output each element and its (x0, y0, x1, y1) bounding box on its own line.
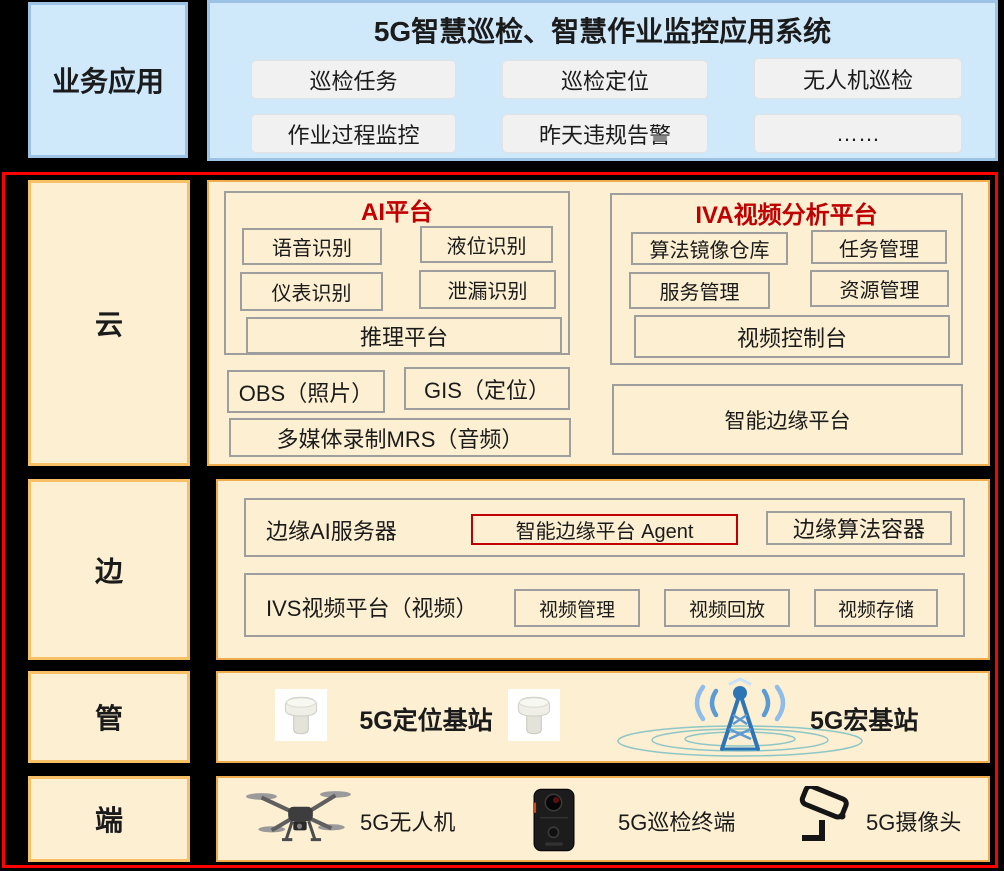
cctv-camera-icon (793, 786, 855, 851)
cloud-panel: AI平台 语音识别 液位识别 仪表识别 泄漏识别 推理平台 IVA视频分析平台 … (207, 180, 990, 466)
iva-item-video-console: 视频控制台 (634, 315, 950, 358)
iva-item-task-management: 任务管理 (811, 230, 947, 264)
cloud-layer-label: 云 (28, 180, 190, 466)
architecture-diagram: 业务应用 5G智慧巡检、智慧作业监控应用系统 巡检任务 巡检定位 无人机巡检 作… (0, 0, 1004, 871)
intelligent-edge-platform-box: 智能边缘平台 (612, 384, 963, 455)
ivs-item-video-storage: 视频存储 (814, 589, 938, 627)
macro-base-station-label: 5G宏基站 (810, 673, 918, 765)
app-button-violation-alarm: 昨天违规告警 (502, 114, 708, 153)
gis-box: GIS（定位） (404, 367, 570, 410)
intelligent-edge-agent-box: 智能边缘平台 Agent (471, 514, 738, 545)
pipe-layer-label-text: 管 (95, 697, 123, 737)
edge-panel: 边缘AI服务器 智能边缘平台 Agent 边缘算法容器 IVS视频平台（视频） … (216, 479, 990, 660)
ivs-video-platform-box: IVS视频平台（视频） 视频管理 视频回放 视频存储 (244, 573, 965, 637)
mrs-box: 多媒体录制MRS（音频） (229, 418, 571, 457)
ai-item-liquid-level-recognition: 液位识别 (420, 226, 553, 263)
ai-item-speech-recognition: 语音识别 (242, 228, 382, 265)
iva-platform-title: IVA视频分析平台 (612, 195, 961, 229)
app-button-drone-inspection: 无人机巡检 (754, 58, 962, 99)
device-layer-label: 端 (28, 776, 190, 862)
edge-layer-label: 边 (28, 479, 190, 660)
ivs-item-video-playback: 视频回放 (664, 589, 790, 627)
drone-icon (245, 784, 355, 855)
iva-platform-box: IVA视频分析平台 算法镜像仓库 任务管理 服务管理 资源管理 视频控制台 (610, 193, 963, 365)
edge-algorithm-container-box: 边缘算法容器 (766, 511, 952, 545)
system-title: 5G智慧巡检、智慧作业监控应用系统 (210, 7, 995, 53)
ai-item-leak-recognition: 泄漏识别 (419, 270, 556, 309)
ai-item-inference-platform: 推理平台 (246, 317, 562, 354)
app-button-more: …… (754, 114, 962, 153)
positioning-beacon-icon (508, 689, 560, 746)
pipe-layer-label: 管 (28, 671, 190, 763)
pipe-panel: 5G定位基站 (216, 671, 990, 763)
edge-server-box: 边缘AI服务器 智能边缘平台 Agent 边缘算法容器 (244, 498, 965, 557)
ivs-video-platform-label: IVS视频平台（视频） (266, 575, 477, 639)
device-panel: 5G无人机 5G巡检终端 5G摄像头 (216, 776, 990, 862)
business-layer-label-text: 业务应用 (52, 60, 164, 100)
business-layer-label: 业务应用 (28, 2, 188, 158)
obs-box: OBS（照片） (227, 370, 385, 413)
device-layer-label-text: 端 (95, 799, 123, 839)
inspection-terminal-label: 5G巡检终端 (618, 778, 735, 864)
cloud-layer-label-text: 云 (95, 303, 123, 343)
edge-layer-label-text: 边 (95, 550, 123, 590)
iva-item-service-management: 服务管理 (629, 272, 770, 309)
app-button-inspection-task: 巡检任务 (251, 60, 456, 99)
drone-label: 5G无人机 (360, 778, 455, 864)
inspection-terminal-icon (533, 788, 575, 857)
business-panel: 5G智慧巡检、智慧作业监控应用系统 巡检任务 巡检定位 无人机巡检 作业过程监控… (207, 0, 998, 161)
ai-platform-box: AI平台 语音识别 液位识别 仪表识别 泄漏识别 推理平台 (224, 191, 570, 355)
app-button-inspection-locating: 巡检定位 (502, 60, 708, 99)
ai-platform-title: AI平台 (226, 193, 568, 225)
iva-item-resource-management: 资源管理 (810, 270, 949, 307)
ai-item-meter-recognition: 仪表识别 (240, 272, 383, 311)
positioning-base-station-label: 5G定位基站 (344, 673, 508, 765)
positioning-beacon-icon (275, 689, 327, 746)
edge-ai-server-label: 边缘AI服务器 (266, 500, 397, 559)
ivs-item-video-management: 视频管理 (514, 589, 640, 627)
app-button-work-monitoring: 作业过程监控 (251, 114, 456, 153)
cctv-camera-label: 5G摄像头 (866, 778, 961, 864)
iva-item-algorithm-image-repo: 算法镜像仓库 (631, 232, 788, 265)
